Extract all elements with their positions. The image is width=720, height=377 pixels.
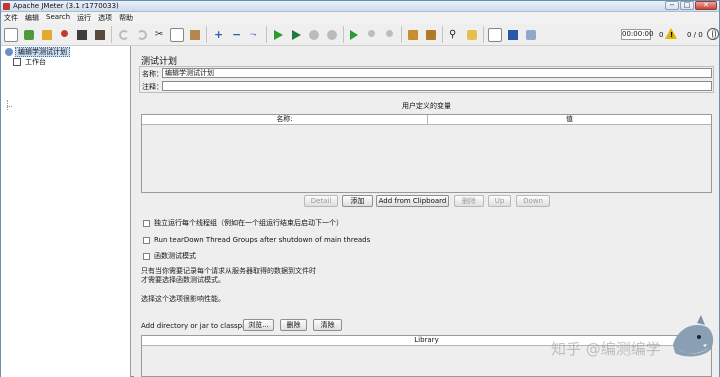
toggle-icon[interactable]: ⤳ <box>248 28 262 42</box>
close-button[interactable]: ✕ <box>695 1 717 10</box>
undo-icon[interactable] <box>117 28 131 42</box>
toolbar-separator <box>206 26 207 43</box>
reset-search-icon[interactable] <box>465 28 479 42</box>
tree-connector <box>7 100 8 110</box>
remote-start-icon[interactable] <box>348 28 362 42</box>
delete-button[interactable]: 删除 <box>454 195 484 207</box>
test-plan-panel: 测试计划 名称： 编辑学测试计划 注释： 用户定义的变量 名称: 值 Detai… <box>134 46 719 377</box>
warning-icon[interactable]: ! <box>665 28 677 39</box>
toolbar-separator <box>343 26 344 43</box>
toolbar-separator <box>111 26 112 43</box>
expand-icon[interactable]: + <box>212 28 226 42</box>
watermark-text: 知乎 @编测编学 <box>551 340 661 358</box>
column-header-value[interactable]: 值 <box>428 115 711 124</box>
window-title: Apache JMeter (3.1 r1770033) <box>13 2 119 10</box>
close-icon[interactable] <box>58 28 72 42</box>
open-icon[interactable] <box>40 28 54 42</box>
collapse-icon[interactable]: − <box>230 28 244 42</box>
redo-icon[interactable] <box>135 28 149 42</box>
performance-note: 选择这个选项很影响性能。 <box>141 295 225 303</box>
comment-label: 注释： <box>142 83 163 91</box>
test-plan-icon <box>5 48 13 56</box>
warning-count: 0 <box>659 31 664 39</box>
new-icon[interactable] <box>4 28 18 42</box>
menu-edit[interactable]: 编辑 <box>22 12 43 23</box>
down-button[interactable]: Down <box>516 195 550 207</box>
serialize-threadgroups-checkbox[interactable]: 独立运行每个线程组（例如在一个组运行结束后启动下一个） <box>143 218 343 228</box>
comment-field[interactable] <box>162 81 712 91</box>
teardown-on-shutdown-checkbox[interactable]: Run tearDown Thread Groups after shutdow… <box>143 235 370 245</box>
jmeter-logo-icon <box>3 3 10 10</box>
shark-mascot-icon <box>673 315 714 357</box>
cut-icon[interactable]: ✂ <box>153 28 167 42</box>
remote-stop-icon[interactable] <box>366 28 380 42</box>
up-button[interactable]: Up <box>488 195 511 207</box>
help-icon[interactable] <box>506 28 520 42</box>
workbench-icon <box>13 58 21 66</box>
tree-node-workbench[interactable]: 工作台 <box>13 57 48 67</box>
functional-mode-checkbox[interactable]: 函数测试模式 <box>143 251 196 261</box>
user-vars-title: 用户定义的变量 <box>402 102 451 110</box>
active-threads: 0 / 0 <box>687 31 703 39</box>
checkbox-label: 独立运行每个线程组（例如在一个组运行结束后启动下一个） <box>154 219 343 227</box>
detail-button[interactable]: Detail <box>304 195 338 207</box>
classpath-label: Add directory or jar to classpath <box>141 322 254 330</box>
tree-node-label: 工作台 <box>25 58 46 66</box>
function-helper-icon[interactable] <box>488 28 502 42</box>
clear-classpath-button[interactable]: 清除 <box>313 319 342 331</box>
name-field[interactable]: 编辑学测试计划 <box>162 68 712 78</box>
start-icon[interactable] <box>272 28 286 42</box>
toolbar-separator <box>483 26 484 43</box>
paste-icon[interactable] <box>188 28 202 42</box>
column-header-name[interactable]: 名称: <box>142 115 428 124</box>
tree-connector <box>7 106 12 107</box>
checkbox-label: Run tearDown Thread Groups after shutdow… <box>154 236 371 244</box>
menu-search[interactable]: Search <box>43 12 74 23</box>
minimize-button[interactable]: − <box>665 1 679 10</box>
name-label: 名称： <box>142 70 163 78</box>
remote-icon[interactable] <box>524 28 538 42</box>
add-from-clipboard-button[interactable]: Add from Clipboard <box>376 195 449 207</box>
save-as-icon[interactable] <box>93 28 107 42</box>
functional-mode-note: 才需要选择函数测试模式。 <box>141 276 225 284</box>
checkbox-box[interactable] <box>143 236 150 244</box>
toolbar: ✂ + − ⤳ ⚲ <box>1 23 719 46</box>
jmeter-window: Apache JMeter (3.1 r1770033) − □ ✕ 文件 编辑… <box>0 0 720 377</box>
globe-icon[interactable] <box>707 28 719 40</box>
menu-bar: 文件 编辑 Search 运行 选项 帮助 <box>1 12 719 23</box>
add-button[interactable]: 添加 <box>342 195 373 207</box>
checkbox-label: 函数测试模式 <box>154 252 196 260</box>
remote-shutdown-icon[interactable] <box>384 28 398 42</box>
checkbox-box[interactable] <box>143 252 150 260</box>
user-vars-table[interactable]: 名称: 值 <box>141 114 712 193</box>
start-no-pause-icon[interactable] <box>290 28 304 42</box>
templates-icon[interactable] <box>22 28 36 42</box>
browse-button[interactable]: 浏览... <box>243 319 274 331</box>
test-plan-tree: 编辑学测试计划 工作台 <box>1 46 131 377</box>
elapsed-timer: 00:00:00 <box>621 29 654 40</box>
toolbar-separator <box>442 26 443 43</box>
table-header: 名称: 值 <box>142 115 711 125</box>
toolbar-separator <box>401 26 402 43</box>
shutdown-icon[interactable] <box>325 28 339 42</box>
stop-icon[interactable] <box>307 28 321 42</box>
clear-icon[interactable] <box>406 28 420 42</box>
tree-node-label: 编辑学测试计划 <box>15 47 70 57</box>
toolbar-separator <box>266 26 267 43</box>
maximize-button[interactable]: □ <box>680 1 694 10</box>
delete-classpath-button[interactable]: 删除 <box>280 319 307 331</box>
title-bar: Apache JMeter (3.1 r1770033) − □ ✕ <box>1 1 719 12</box>
tree-node-test-plan[interactable]: 编辑学测试计划 <box>5 47 70 57</box>
menu-file[interactable]: 文件 <box>1 12 22 23</box>
save-icon[interactable] <box>75 28 89 42</box>
copy-icon[interactable] <box>170 28 184 42</box>
clear-all-icon[interactable] <box>424 28 438 42</box>
menu-help[interactable]: 帮助 <box>116 12 137 23</box>
menu-run[interactable]: 运行 <box>74 12 95 23</box>
menu-options[interactable]: 选项 <box>95 12 116 23</box>
search-icon[interactable]: ⚲ <box>447 28 461 42</box>
checkbox-box[interactable] <box>143 219 150 227</box>
